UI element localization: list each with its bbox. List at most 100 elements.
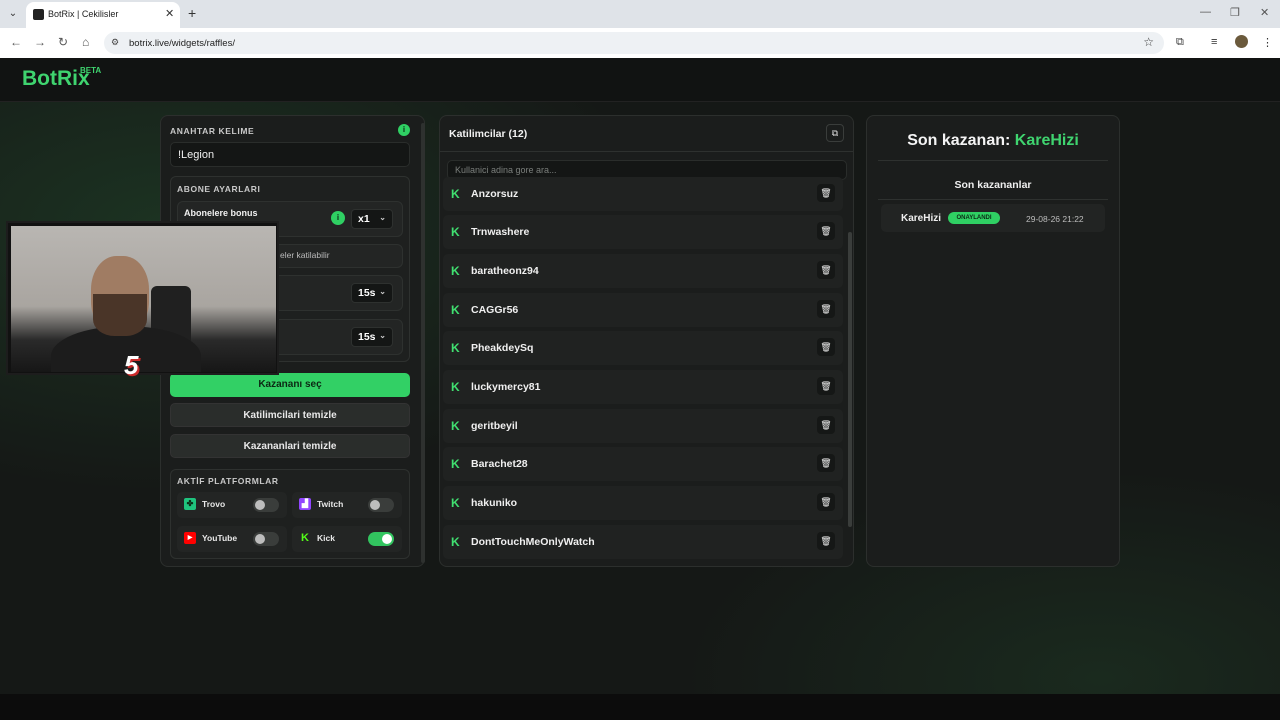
browser-toolbar: ← → ↻ ⌂ ⚙ botrix.live/widgets/raffles/ ☆… [0,28,1280,58]
url-text[interactable]: botrix.live/widgets/raffles/ [129,38,235,49]
trash-icon[interactable]: 🗑 [817,532,835,550]
toggle-knob [255,500,265,510]
trash-icon[interactable]: 🗑 [817,338,835,356]
minimize-icon[interactable]: — [1200,6,1211,18]
streamer-logo-badge: 5 [124,350,139,380]
webcam-video [11,226,276,372]
participants-scrollbar[interactable] [848,232,852,527]
platform-name: Kick [317,533,335,543]
keyword-input[interactable]: !Legion [170,142,410,167]
trash-icon[interactable]: 🗑 [817,493,835,511]
platforms-label: AKTİF PLATFORMLAR [177,476,279,486]
participant-row: K baratheonz94 🗑 [443,254,843,288]
platform-name: Twitch [317,499,344,509]
trash-icon[interactable]: 🗑 [817,416,835,434]
participant-name: PheakdeySq [471,342,534,354]
kick-icon: K [451,419,460,433]
platform-kick: K Kick [292,526,402,552]
webcam-overlay [6,221,279,375]
restore-icon[interactable]: ❐ [1230,6,1240,19]
timer-select-2[interactable]: 15s ⌄ [351,327,393,347]
platform-youtube: ▶ YouTube [177,526,287,552]
browser-tabbar: ⌄ BotRix | Cekilisler ✕ + — ❐ ✕ [0,0,1280,28]
chevron-down-icon: ⌄ [379,213,386,222]
copy-icon[interactable]: ⧉ [826,124,844,142]
pick-winner-button[interactable]: Kazananı seç [170,373,410,397]
platform-name: YouTube [202,533,238,543]
clear-winners-button[interactable]: Kazananlari temizle [170,434,410,458]
participant-name: CAGGr56 [471,304,519,316]
subscriber-settings-label: ABONE AYARLARI [177,184,261,194]
trash-icon[interactable]: 🗑 [817,300,835,318]
back-icon[interactable]: ← [10,35,22,49]
keyword-info-icon[interactable]: i [398,124,410,136]
trash-icon[interactable]: 🗑 [817,222,835,240]
trovo-toggle[interactable] [253,498,279,512]
new-tab-button[interactable]: + [188,5,196,21]
participant-name: Barachet28 [471,458,528,470]
platform-twitch: ▟ Twitch [292,492,402,518]
tab-close-icon[interactable]: ✕ [165,7,174,20]
kick-icon: K [451,380,460,394]
kick-icon: K [451,303,460,317]
keyword-label: ANAHTAR KELIME [170,126,255,136]
browser-tab[interactable]: BotRix | Cekilisler ✕ [26,2,180,28]
twitch-toggle[interactable] [368,498,394,512]
toggle-knob [255,534,265,544]
reload-icon[interactable]: ↻ [58,35,68,49]
profile-avatar[interactable] [1235,35,1248,48]
tab-list-chevron-icon[interactable]: ⌄ [4,5,22,23]
kick-icon: K [451,535,460,549]
participant-name: Trnwashere [471,226,530,238]
window-close-icon[interactable]: ✕ [1260,6,1269,19]
participant-row: K Barachet28 🗑 [443,447,843,481]
kick-icon: K [451,341,460,355]
trash-icon[interactable]: 🗑 [817,261,835,279]
platform-trovo: ✤ Trovo [177,492,287,518]
home-icon[interactable]: ⌂ [82,35,89,49]
site-info-icon[interactable]: ⚙ [111,37,119,48]
trash-icon[interactable]: 🗑 [817,184,835,202]
participant-row: K DontTouchMeOnlyWatch 🗑 [443,525,843,559]
participant-row: K hakuniko 🗑 [443,486,843,520]
timer-value-1: 15s [358,287,376,299]
winner-divider [878,160,1108,161]
timer-value-2: 15s [358,331,376,343]
bookmark-star-icon[interactable]: ☆ [1143,35,1154,49]
bonus-multiplier-select[interactable]: x1 ⌄ [351,209,393,229]
kick-icon: K [451,457,460,471]
participant-row: K PheakdeySq 🗑 [443,331,843,365]
address-bar[interactable]: ⚙ botrix.live/widgets/raffles/ ☆ [104,32,1164,54]
youtube-toggle[interactable] [253,532,279,546]
subscriber-bonus-label: Abonelere bonus [184,208,258,218]
winner-list-divider [878,199,1108,200]
last-winner-prefix: Son kazanan: [907,132,1015,149]
last-winner-name: KareHizi [1014,132,1079,149]
youtube-icon: ▶ [184,532,196,544]
browser-menu-icon[interactable]: ⋮ [1262,36,1273,49]
platform-name: Trovo [202,499,226,509]
participant-name: geritbeyil [471,420,518,432]
winner-row: KareHizi ONAYLANDI 29-08-26 21:22 [881,204,1105,232]
forward-icon[interactable]: → [34,35,46,49]
settings-scrollbar[interactable] [421,123,425,563]
bonus-info-icon[interactable]: i [331,211,345,225]
extensions-icon[interactable]: ⧉ [1176,36,1184,49]
kick-icon: K [451,225,460,239]
kick-icon: K [451,496,460,510]
bonus-multiplier-value: x1 [358,213,370,225]
trash-icon[interactable]: 🗑 [817,377,835,395]
kick-icon: K [451,264,460,278]
tab-title: BotRix | Cekilisler [48,9,119,19]
site-header: BotRix BETA [0,58,1280,102]
header-divider [440,151,853,152]
media-controls-icon[interactable]: ≡ [1211,36,1217,48]
beta-label: BETA [80,66,102,75]
timer-select-1[interactable]: 15s ⌄ [351,283,393,303]
trash-icon[interactable]: 🗑 [817,454,835,472]
toggle-knob [382,534,392,544]
participant-name: hakuniko [471,497,518,509]
clear-participants-button[interactable]: Katilimcilari temizle [170,403,410,427]
chevron-down-icon: ⌄ [379,331,386,340]
kick-toggle[interactable] [368,532,394,546]
